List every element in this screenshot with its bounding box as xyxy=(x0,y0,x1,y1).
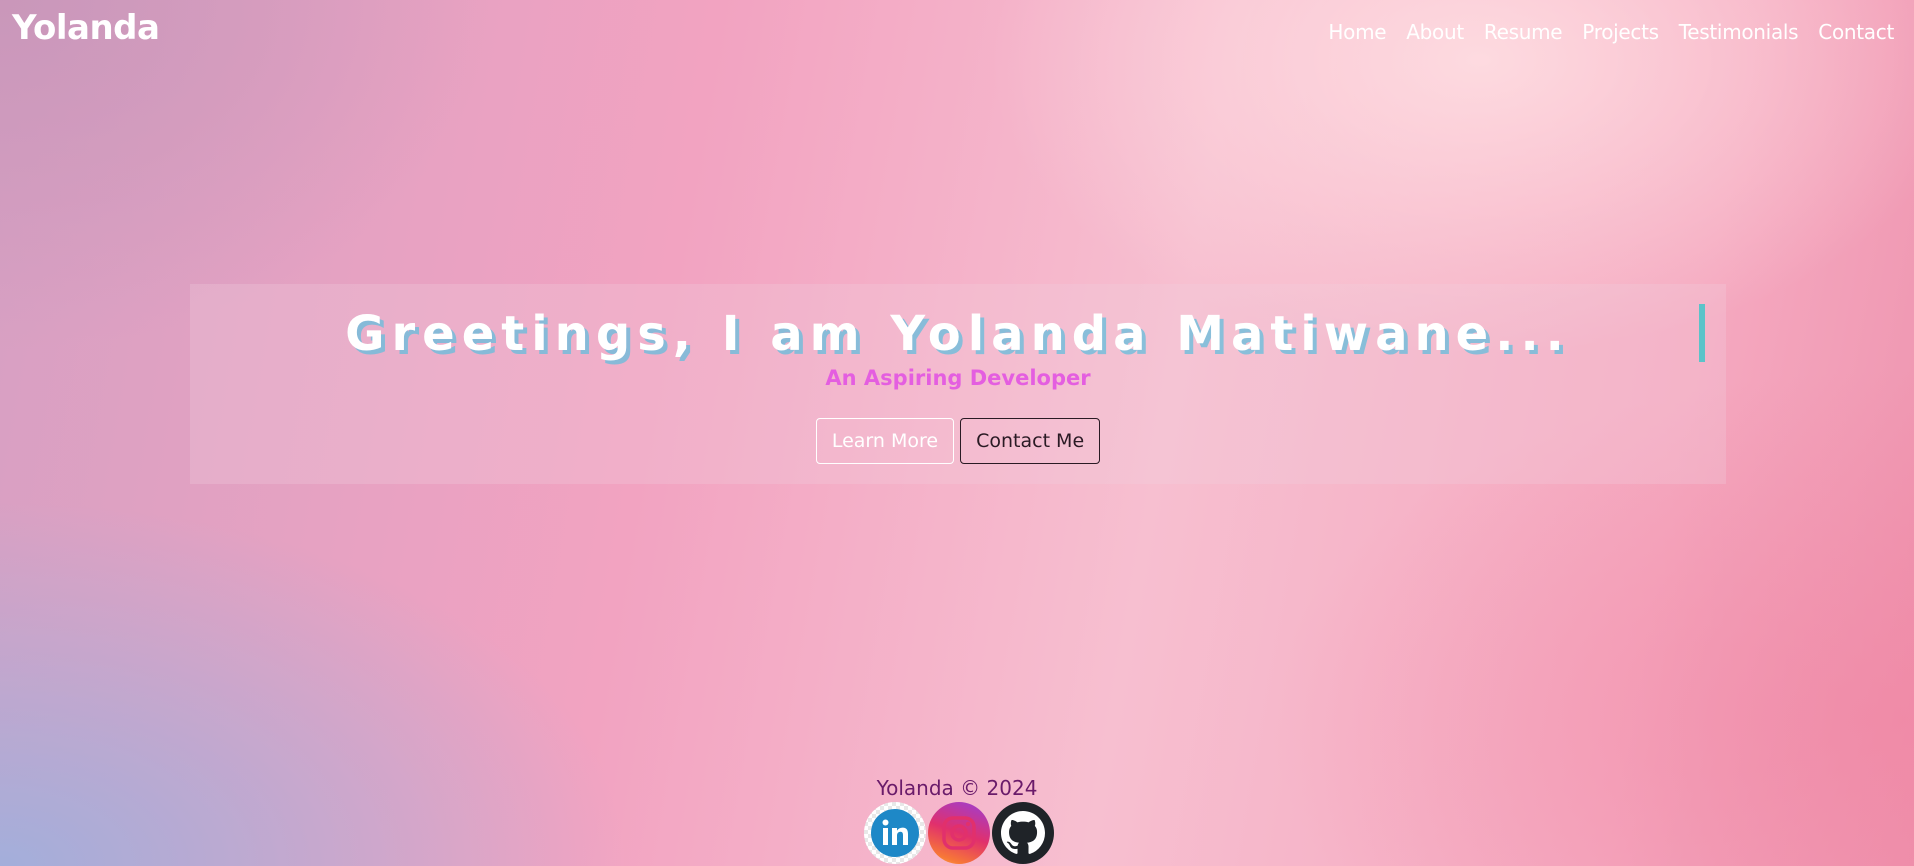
contact-me-button[interactable]: Contact Me xyxy=(960,418,1101,464)
nav-about[interactable]: About xyxy=(1406,20,1464,44)
linkedin-link[interactable] xyxy=(864,802,926,864)
hero-buttons: Learn More Contact Me xyxy=(190,418,1726,464)
instagram-icon xyxy=(942,816,976,850)
hero-subtitle: An Aspiring Developer xyxy=(825,366,1091,390)
footer-copyright: Yolanda © 2024 xyxy=(876,776,1038,800)
nav-testimonials[interactable]: Testimonials xyxy=(1679,20,1799,44)
github-link[interactable] xyxy=(992,802,1054,864)
instagram-link[interactable] xyxy=(928,802,990,864)
main-nav: Home About Resume Projects Testimonials … xyxy=(1328,20,1894,44)
hero-title: Greetings, I am Yolanda Matiwane... xyxy=(345,306,1571,362)
learn-more-button[interactable]: Learn More xyxy=(815,418,955,464)
nav-contact[interactable]: Contact xyxy=(1818,20,1894,44)
typing-cursor xyxy=(1699,304,1705,362)
linkedin-icon xyxy=(871,809,919,857)
nav-home[interactable]: Home xyxy=(1328,20,1386,44)
github-icon xyxy=(1001,811,1045,854)
nav-projects[interactable]: Projects xyxy=(1582,20,1659,44)
social-links xyxy=(864,802,1054,864)
site-brand[interactable]: Yolanda xyxy=(12,8,160,48)
nav-resume[interactable]: Resume xyxy=(1484,20,1563,44)
hero-panel: Greetings, I am Yolanda Matiwane... An A… xyxy=(190,284,1726,484)
